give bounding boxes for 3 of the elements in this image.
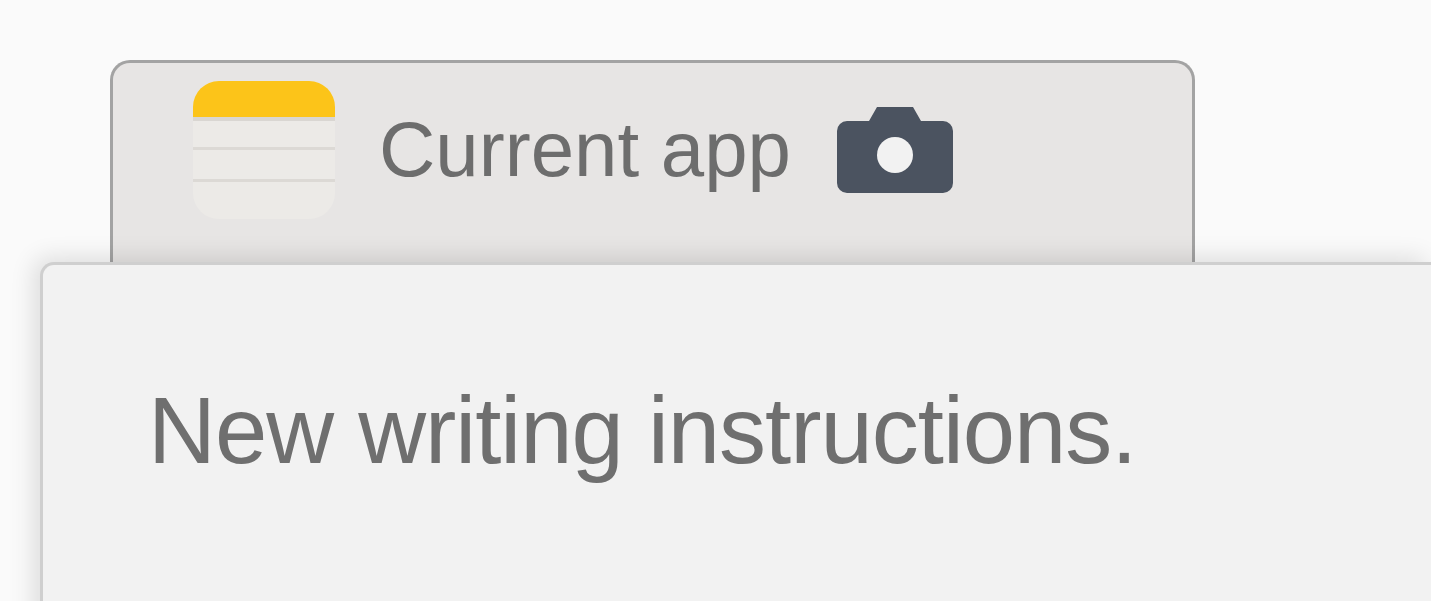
- instructions-text[interactable]: New writing instructions.: [148, 377, 1137, 485]
- camera-icon: [836, 106, 953, 193]
- tab-label: Current app: [379, 104, 791, 195]
